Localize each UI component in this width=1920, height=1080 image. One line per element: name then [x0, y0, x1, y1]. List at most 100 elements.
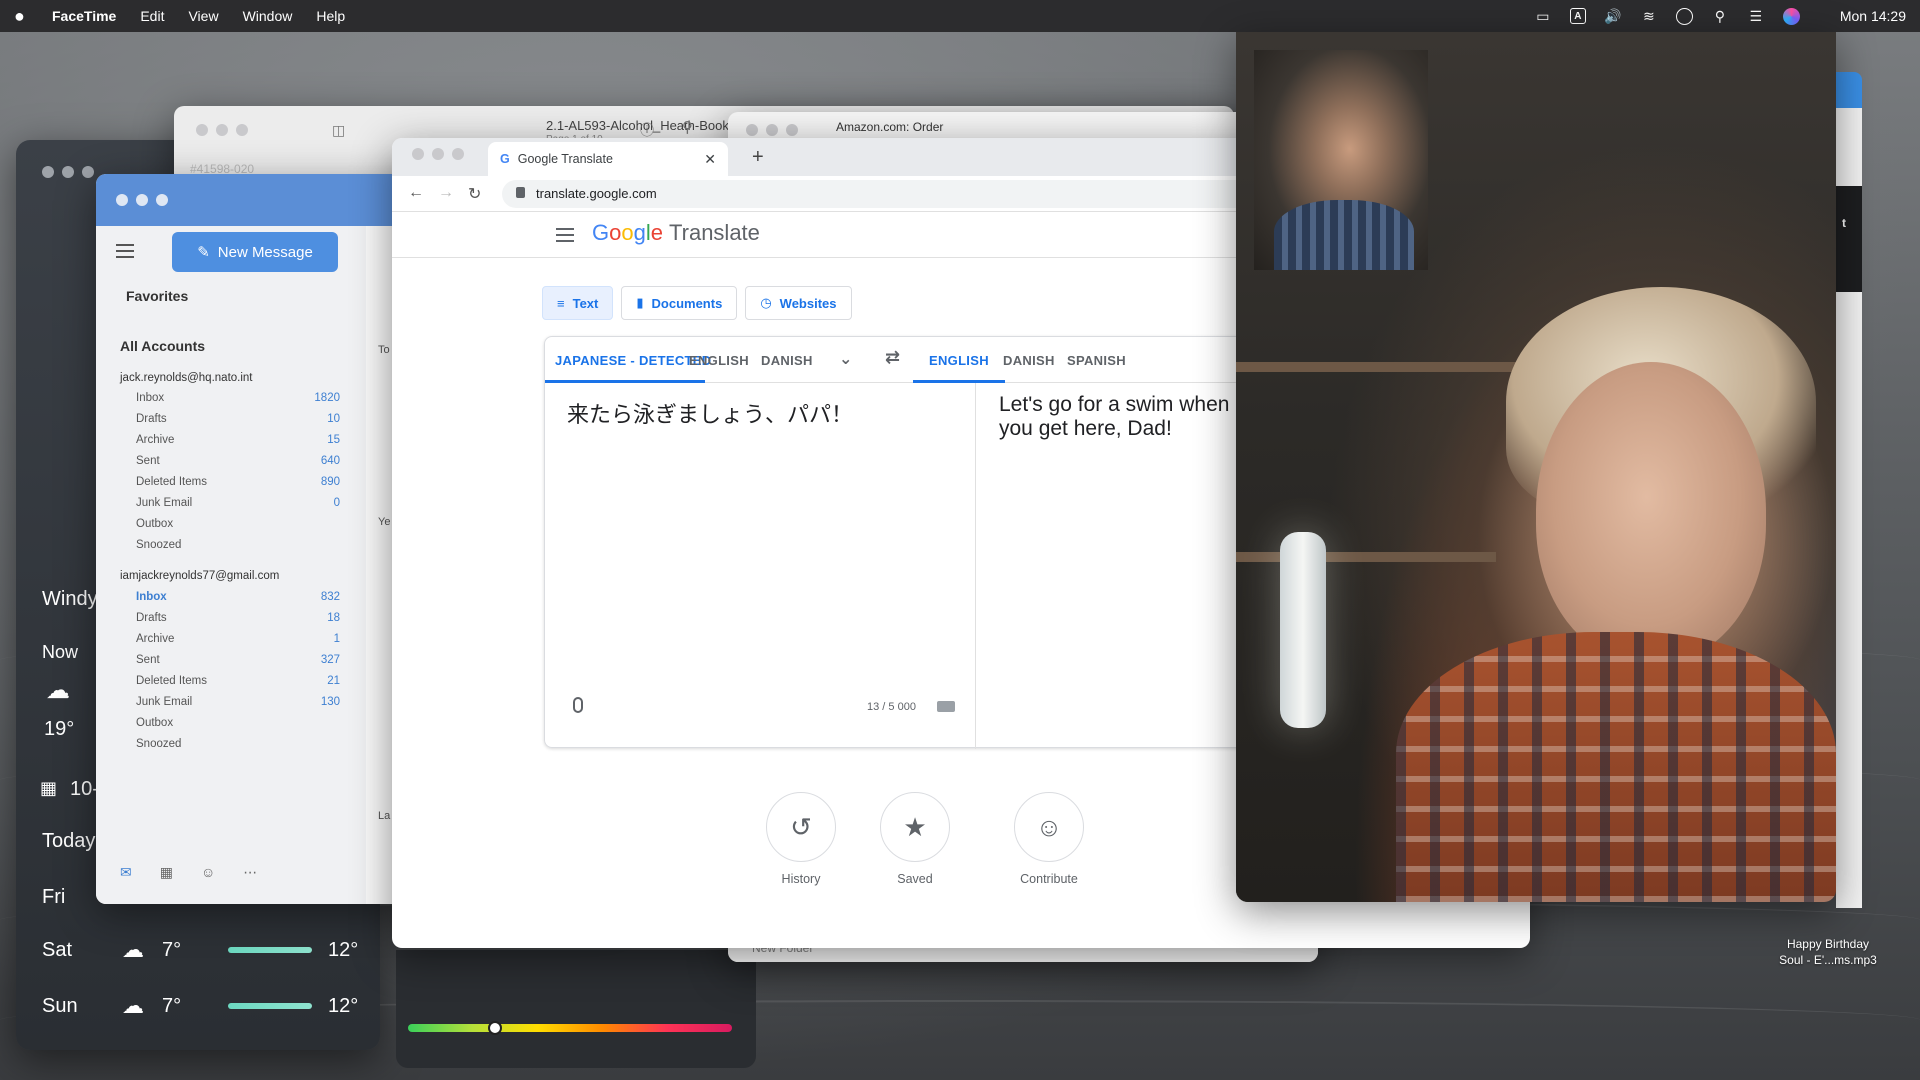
folder-drafts[interactable]: Drafts 18 [136, 612, 340, 624]
contribute-button[interactable]: ☺ [1014, 792, 1084, 862]
zoom-button[interactable] [452, 148, 464, 160]
forecast-high: 12° [328, 938, 359, 961]
self-view-video[interactable] [1254, 50, 1428, 270]
folder-archive[interactable]: Archive 1 [136, 633, 340, 645]
people-icon[interactable]: ☺ [201, 864, 215, 881]
minimize-button[interactable] [216, 124, 228, 136]
spotlight-search-icon[interactable]: ⚲ [1711, 8, 1729, 24]
zoom-button[interactable] [786, 124, 798, 136]
account-email[interactable]: jack.reynolds@hq.nato.int [120, 372, 253, 384]
source-lang-option[interactable]: ENGLISH [689, 353, 749, 368]
folder-sent[interactable]: Sent 640 [136, 455, 340, 467]
close-button[interactable] [42, 166, 54, 178]
folder-deleted[interactable]: Deleted Items 890 [136, 476, 340, 488]
account-email[interactable]: iamjackreynolds77@gmail.com [120, 570, 279, 582]
desktop-audio-file[interactable]: Happy Birthday Soul - E'...ms.mp3 [1748, 936, 1908, 968]
background-window-edge [1836, 72, 1862, 108]
back-icon[interactable]: ← [408, 184, 424, 202]
folder-outbox[interactable]: Outbox [136, 717, 340, 729]
mail-menu-icon[interactable] [116, 244, 134, 258]
menu-edit[interactable]: Edit [140, 8, 164, 24]
mode-text-button[interactable]: ≡ Text [542, 286, 614, 320]
airplay-icon[interactable]: ▭ [1534, 8, 1552, 24]
folder-archive[interactable]: Archive 15 [136, 434, 340, 446]
folder-inbox[interactable]: Inbox 832 [136, 591, 340, 603]
folder-snoozed[interactable]: Snoozed [136, 738, 340, 750]
desktop-file-name-line2: Soul - E'...ms.mp3 [1779, 953, 1877, 967]
user-account-icon[interactable] [1675, 7, 1693, 25]
new-tab-icon[interactable]: + [752, 146, 764, 169]
menu-help[interactable]: Help [316, 8, 345, 24]
zoom-button[interactable] [156, 194, 168, 206]
wifi-icon[interactable]: ≋ [1640, 8, 1658, 24]
history-button[interactable]: ↺ [766, 792, 836, 862]
target-lang-selected[interactable]: ENGLISH [929, 353, 989, 368]
favorites-heading[interactable]: Favorites [126, 288, 188, 304]
folder-sent[interactable]: Sent 327 [136, 654, 340, 666]
close-button[interactable] [196, 124, 208, 136]
source-text-input[interactable]: 来たら泳ぎましょう、パパ！ [567, 397, 853, 429]
mode-label: Documents [651, 295, 723, 311]
swap-languages-icon[interactable]: ⇄ [885, 347, 900, 368]
zoom-button[interactable] [82, 166, 94, 178]
translated-text: Let's go for a swim when you get here, D… [999, 393, 1230, 440]
keyboard-icon[interactable] [937, 701, 955, 712]
info-icon[interactable]: ⓘ [640, 120, 654, 140]
source-lang-option[interactable]: DANISH [761, 353, 813, 368]
sidebar-toggle-icon[interactable]: ◫ [332, 122, 345, 139]
minimize-button[interactable] [62, 166, 74, 178]
reload-icon[interactable]: ↻ [468, 184, 481, 204]
target-lang-option[interactable]: DANISH [1003, 353, 1055, 368]
folder-inbox[interactable]: Inbox 1820 [136, 392, 340, 404]
zoom-button[interactable] [236, 124, 248, 136]
source-lang-detected[interactable]: JAPANESE - DETECTED [555, 353, 711, 368]
folder-junk[interactable]: Junk Email 130 [136, 696, 340, 708]
close-tab-icon[interactable]: ✕ [704, 151, 716, 168]
microphone-icon[interactable] [573, 697, 583, 713]
folder-deleted[interactable]: Deleted Items 21 [136, 675, 340, 687]
google-translate-logo[interactable]: Google Translate [592, 220, 760, 246]
mode-websites-button[interactable]: ◷ Websites [745, 286, 852, 320]
target-lang-option[interactable]: SPANISH [1067, 353, 1126, 368]
menu-app-name[interactable]: FaceTime [52, 8, 116, 24]
folder-outbox[interactable]: Outbox [136, 518, 340, 530]
apple-menu-icon[interactable]: ● [14, 7, 30, 25]
amazon-tab[interactable]: Amazon.com: Order [836, 120, 943, 134]
chevron-down-icon[interactable]: ⌄ [839, 349, 853, 369]
shelf [1236, 552, 1496, 562]
menu-window[interactable]: Window [243, 8, 293, 24]
saved-button[interactable]: ★ [880, 792, 950, 862]
contribute-label: Contribute [1020, 872, 1078, 886]
minimize-button[interactable] [766, 124, 778, 136]
minimize-button[interactable] [432, 148, 444, 160]
close-button[interactable] [116, 194, 128, 206]
close-button[interactable] [746, 124, 758, 136]
control-center-icon[interactable]: ☰ [1747, 8, 1765, 24]
folder-snoozed[interactable]: Snoozed [136, 539, 340, 551]
star-icon: ★ [903, 811, 927, 842]
folder-drafts[interactable]: Drafts 10 [136, 413, 340, 425]
menu-bar-clock[interactable]: Mon 14:29 [1840, 8, 1906, 24]
new-message-button[interactable]: ✎ New Message [172, 232, 338, 272]
more-icon[interactable]: ⋯ [243, 864, 257, 881]
minimize-button[interactable] [136, 194, 148, 206]
tab-google-translate[interactable]: G Google Translate ✕ [488, 142, 728, 176]
message-list-label: Ye [378, 516, 391, 528]
document-icon: ▮ [636, 295, 644, 310]
main-menu-icon[interactable] [556, 228, 574, 242]
menu-view[interactable]: View [188, 8, 218, 24]
zoom-icon[interactable]: ⚲ [682, 118, 693, 136]
folder-name: Deleted Items [136, 675, 207, 687]
calendar-icon[interactable]: ▦ [160, 864, 173, 881]
mode-documents-button[interactable]: ▮ Documents [621, 286, 738, 320]
volume-icon[interactable]: 🔊 [1604, 8, 1622, 24]
close-button[interactable] [412, 148, 424, 160]
all-accounts-heading[interactable]: All Accounts [120, 338, 205, 354]
facetime-video-window[interactable] [1236, 32, 1836, 902]
mail-icon[interactable]: ✉ [120, 864, 132, 881]
siri-icon[interactable] [1782, 7, 1800, 25]
rain-cloud-icon: ☁ [122, 993, 144, 1018]
keyboard-input-icon[interactable]: A [1569, 8, 1586, 24]
forward-icon[interactable]: → [438, 184, 454, 202]
folder-junk[interactable]: Junk Email 0 [136, 497, 340, 509]
